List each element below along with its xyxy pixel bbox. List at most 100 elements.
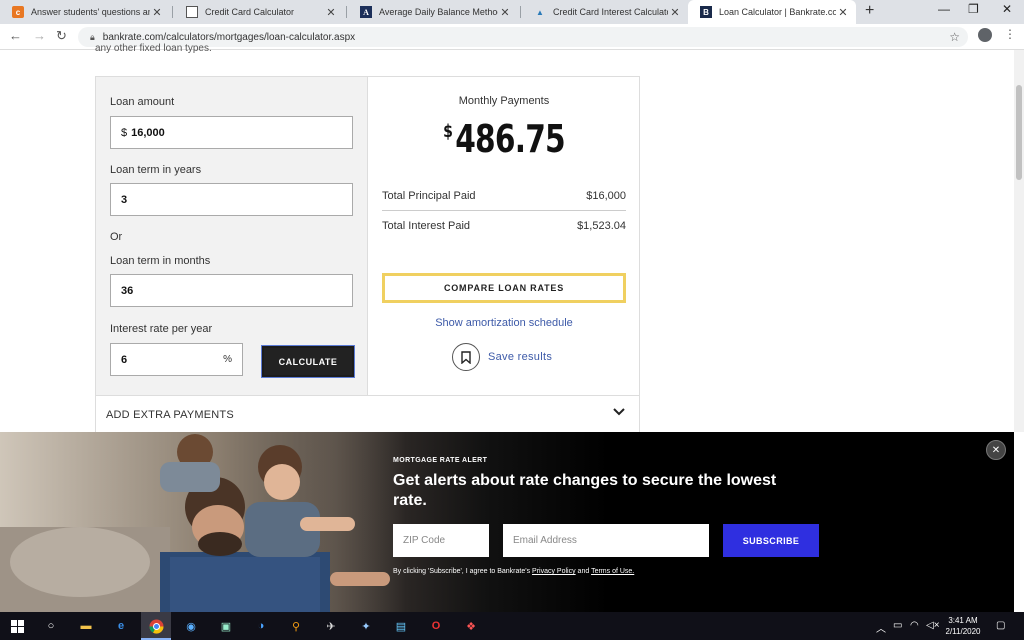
calculator-results: Monthly Payments $486.75 Total Principal…: [367, 77, 639, 395]
search-app-icon[interactable]: ⚲: [288, 618, 304, 634]
reload-icon[interactable]: ↻: [56, 28, 67, 44]
tab-title: Credit Card Interest Calculator: F: [553, 7, 668, 17]
save-results-button[interactable]: Save results: [452, 343, 552, 371]
alert-tag: MORTGAGE RATE ALERT: [393, 457, 488, 464]
tab-divider: [520, 6, 521, 18]
browser-tab[interactable]: ▲ Credit Card Interest Calculator: F ✕: [522, 0, 688, 24]
calculator-page-icon: [186, 6, 198, 18]
app-icon[interactable]: ◑: [253, 618, 269, 634]
app-icon[interactable]: ◉: [183, 618, 199, 634]
interest-rate-input[interactable]: 6 %: [110, 343, 243, 376]
app-icon[interactable]: ✦: [358, 618, 374, 634]
email-input[interactable]: Email Address: [503, 524, 709, 557]
volume-icon[interactable]: ◁×: [926, 620, 940, 631]
term-months-input[interactable]: 36: [110, 274, 353, 307]
interest-label: Total Interest Paid: [382, 220, 471, 232]
close-icon[interactable]: ✕: [836, 6, 850, 19]
extra-payments-label: ADD EXTRA PAYMENTS: [106, 409, 234, 421]
tab-title: Average Daily Balance Method D: [379, 7, 498, 17]
privacy-policy-link[interactable]: Privacy Policy: [532, 568, 576, 575]
browser-tab-bar: c Answer students' questions and ✕ Credi…: [0, 0, 1024, 24]
or-label: Or: [110, 231, 123, 243]
tab-divider: [346, 6, 347, 18]
compare-loan-rates-button[interactable]: COMPARE LOAN RATES: [382, 273, 626, 303]
chegg-icon: c: [12, 6, 24, 18]
chevron-down-icon: [613, 405, 625, 419]
tab-title: Credit Card Calculator: [205, 7, 295, 17]
loan-amount-input[interactable]: $ 16,000: [110, 116, 353, 149]
tray-chevron-icon[interactable]: ︿: [876, 620, 886, 635]
monthly-payment-value: 486.75: [455, 117, 565, 161]
chrome-icon[interactable]: [148, 618, 164, 634]
app-icon[interactable]: ✈: [323, 618, 339, 634]
calculate-button[interactable]: CALCULATE: [261, 345, 355, 378]
principal-label: Total Principal Paid: [382, 190, 476, 202]
wifi-icon[interactable]: ◠: [910, 620, 919, 631]
tab-divider: [172, 6, 173, 18]
percent-suffix: %: [223, 354, 232, 365]
browser-tab-active[interactable]: B Loan Calculator | Bankrate.com | ✕: [688, 0, 856, 24]
extra-payments-accordion[interactable]: ADD EXTRA PAYMENTS: [95, 396, 640, 432]
windows-taskbar: ○ ▬ e ◉ ▣ ◑ ⚲ ✈ ✦ ▤ O ❖ ︿ ▭ ◠ ◁× 3:41 AM…: [0, 612, 1024, 640]
mortgage-alert-banner: MORTGAGE RATE ALERT Get alerts about rat…: [0, 432, 1014, 612]
zip-code-input[interactable]: ZIP Code: [393, 524, 489, 557]
interest-row: Total Interest Paid $1,523.04: [382, 220, 626, 232]
windows-start-icon[interactable]: [9, 618, 25, 634]
calculator-inputs: Loan amount $ 16,000 Loan term in years …: [96, 77, 367, 395]
window-close-button[interactable]: ✕: [1002, 2, 1012, 16]
clock-date: 2/11/2020: [945, 627, 981, 636]
back-icon[interactable]: ←: [9, 28, 22, 43]
monthly-payments-label: Monthly Payments: [458, 95, 550, 107]
minimize-button[interactable]: —: [938, 2, 950, 16]
browser-tab[interactable]: c Answer students' questions and ✕: [0, 0, 170, 24]
new-tab-button[interactable]: +: [865, 2, 874, 20]
app-icon[interactable]: ▤: [393, 618, 409, 634]
file-explorer-icon[interactable]: ▬: [78, 618, 94, 634]
browser-tab[interactable]: Credit Card Calculator ✕: [174, 0, 344, 24]
tab-title: Loan Calculator | Bankrate.com |: [719, 7, 836, 17]
bankrate-icon: B: [700, 6, 712, 18]
tab-title: Answer students' questions and: [31, 7, 150, 17]
bookmark-star-icon[interactable]: ☆: [949, 30, 960, 44]
opera-icon[interactable]: O: [428, 618, 444, 634]
close-icon[interactable]: ✕: [324, 6, 338, 19]
browser-tab[interactable]: A Average Daily Balance Method D ✕: [348, 0, 518, 24]
terms-text: By clicking 'Subscribe', I agree to Bank…: [393, 568, 634, 575]
save-results-label: Save results: [488, 351, 553, 363]
close-icon[interactable]: ✕: [150, 6, 164, 19]
term-years-label: Loan term in years: [110, 164, 202, 176]
battery-icon[interactable]: ▭: [893, 620, 902, 631]
app-icon[interactable]: ▣: [218, 618, 234, 634]
rate-label: Interest rate per year: [110, 323, 213, 335]
close-icon[interactable]: ✕: [668, 6, 682, 19]
system-clock[interactable]: 3:41 AM 2/11/2020: [940, 615, 986, 637]
edge-icon[interactable]: e: [113, 618, 129, 634]
terms-of-use-link[interactable]: Terms of Use.: [591, 568, 634, 575]
triangle-logo-icon: ▲: [536, 7, 544, 17]
amortization-link[interactable]: Show amortization schedule: [368, 317, 640, 329]
notifications-icon[interactable]: ▢: [996, 620, 1005, 631]
clock-time: 3:41 AM: [948, 616, 978, 625]
alert-headline: Get alerts about rate changes to secure …: [393, 472, 777, 509]
browser-menu-icon[interactable]: ⋮: [1004, 27, 1016, 41]
forward-icon[interactable]: →: [33, 28, 46, 43]
lock-icon: 🔒︎: [90, 31, 95, 42]
principal-value: $16,000: [586, 190, 626, 202]
restore-button[interactable]: ❐: [968, 2, 979, 16]
banner-close-button[interactable]: ✕: [986, 440, 1006, 460]
term-years-input[interactable]: 3: [110, 183, 353, 216]
search-circle-icon[interactable]: ○: [43, 618, 59, 634]
term-months-label: Loan term in months: [110, 255, 211, 267]
scrollbar-thumb[interactable]: [1016, 85, 1022, 180]
loan-amount-label: Loan amount: [110, 96, 175, 108]
cutoff-paragraph: any other fixed loan types.: [95, 43, 212, 54]
profile-avatar-icon[interactable]: [978, 28, 992, 42]
close-icon[interactable]: ✕: [498, 6, 512, 19]
principal-row: Total Principal Paid $16,000: [382, 190, 626, 202]
terms-and: and: [575, 568, 592, 575]
term-years-value: 3: [121, 193, 128, 206]
loan-amount-value: 16,000: [131, 126, 165, 139]
app-icon[interactable]: ❖: [463, 618, 479, 634]
subscribe-button[interactable]: SUBSCRIBE: [723, 524, 819, 557]
interest-value: $1,523.04: [577, 220, 626, 232]
